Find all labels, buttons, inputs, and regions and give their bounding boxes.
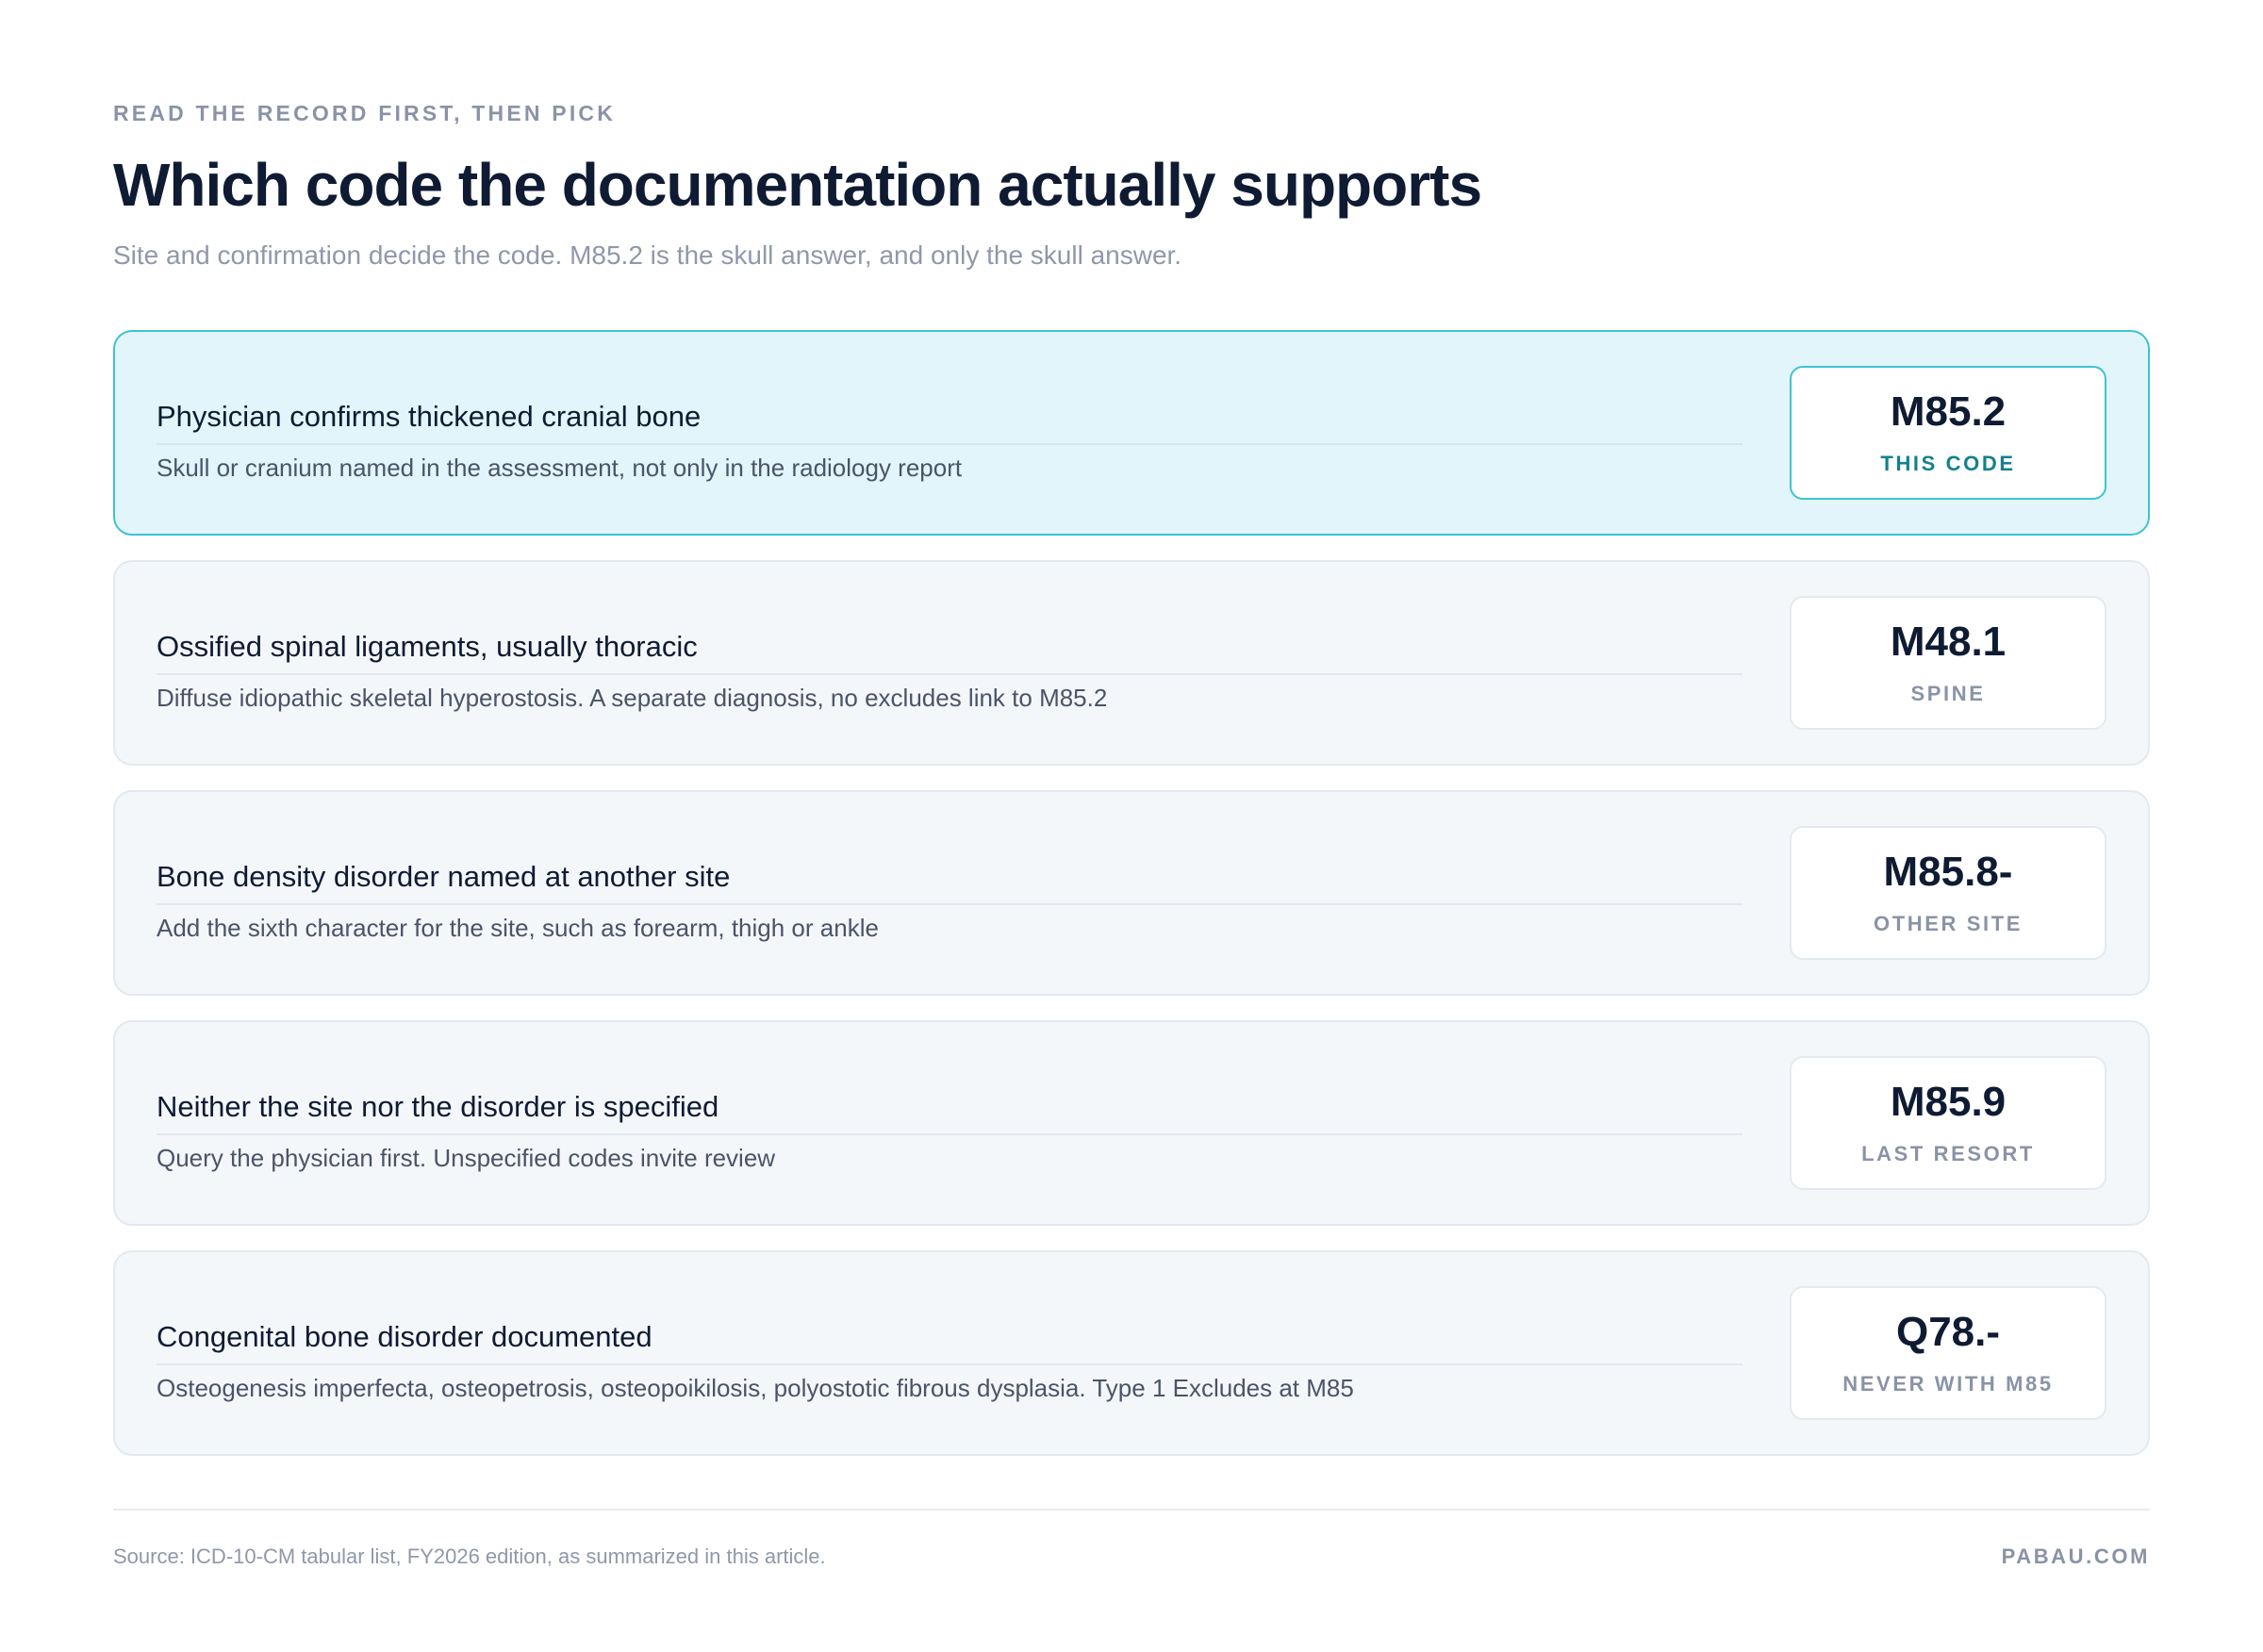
code-label: LAST RESORT — [1861, 1142, 2035, 1165]
code-option-heading: Ossified spinal ligaments, usually thora… — [157, 628, 1743, 675]
code-option-text: Ossified spinal ligaments, usually thora… — [157, 611, 1743, 715]
code-label: NEVER WITH M85 — [1842, 1372, 2054, 1396]
code-option-description: Osteogenesis imperfecta, osteopetrosis, … — [157, 1374, 1354, 1402]
source-note: Source: ICD-10-CM tabular list, FY2026 e… — [113, 1545, 826, 1568]
code-badge: M85.9 LAST RESORT — [1790, 1056, 2106, 1190]
code-option-description: Diffuse idiopathic skeletal hyperostosis… — [157, 684, 1108, 712]
code-option-card-m48-1[interactable]: Ossified spinal ligaments, usually thora… — [113, 560, 2150, 766]
code-option-text: Neither the site nor the disorder is spe… — [157, 1071, 1743, 1175]
page-title: Which code the documentation actually su… — [113, 151, 1482, 219]
code-option-heading: Bone density disorder named at another s… — [157, 858, 1743, 905]
code-option-description: Skull or cranium named in the assessment… — [157, 454, 963, 482]
code-option-description: Add the sixth character for the site, su… — [157, 914, 879, 942]
code-option-heading: Neither the site nor the disorder is spe… — [157, 1088, 1743, 1135]
brand-link[interactable]: PABAU.COM — [2002, 1543, 2150, 1571]
code-option-heading: Congenital bone disorder documented — [157, 1318, 1743, 1365]
code-option-description: Query the physician first. Unspecified c… — [157, 1144, 776, 1172]
code-badge: M85.8- OTHER SITE — [1790, 826, 2106, 960]
code-value: Q78.- — [1895, 1309, 2001, 1355]
code-option-card-m85-8[interactable]: Bone density disorder named at another s… — [113, 790, 2150, 996]
eyebrow-label: READ THE RECORD FIRST, THEN PICK — [113, 101, 617, 125]
code-value: M85.2 — [1890, 388, 2007, 435]
footer: Source: ICD-10-CM tabular list, FY2026 e… — [113, 1509, 2150, 1571]
code-badge: M85.2 THIS CODE — [1790, 366, 2106, 500]
code-option-list: Physician confirms thickened cranial bon… — [113, 330, 2150, 1456]
code-label: SPINE — [1910, 682, 1986, 705]
code-option-text: Congenital bone disorder documented Oste… — [157, 1301, 1743, 1405]
page: READ THE RECORD FIRST, THEN PICK Which c… — [0, 0, 2263, 1652]
code-badge: M48.1 SPINE — [1790, 596, 2106, 730]
code-value: M85.9 — [1890, 1079, 2007, 1125]
code-option-card-m85-2[interactable]: Physician confirms thickened cranial bon… — [113, 330, 2150, 536]
code-option-card-q78[interactable]: Congenital bone disorder documented Oste… — [113, 1250, 2150, 1456]
code-option-text: Physician confirms thickened cranial bon… — [157, 381, 1743, 485]
code-label: OTHER SITE — [1873, 912, 2023, 935]
code-option-card-m85-9[interactable]: Neither the site nor the disorder is spe… — [113, 1020, 2150, 1226]
code-badge: Q78.- NEVER WITH M85 — [1790, 1286, 2106, 1420]
code-value: M85.8- — [1883, 849, 2013, 895]
code-option-text: Bone density disorder named at another s… — [157, 841, 1743, 945]
page-subtitle: Site and confirmation decide the code. M… — [113, 240, 1182, 270]
code-label: THIS CODE — [1880, 452, 2016, 475]
code-option-heading: Physician confirms thickened cranial bon… — [157, 398, 1743, 445]
code-value: M48.1 — [1890, 619, 2007, 665]
